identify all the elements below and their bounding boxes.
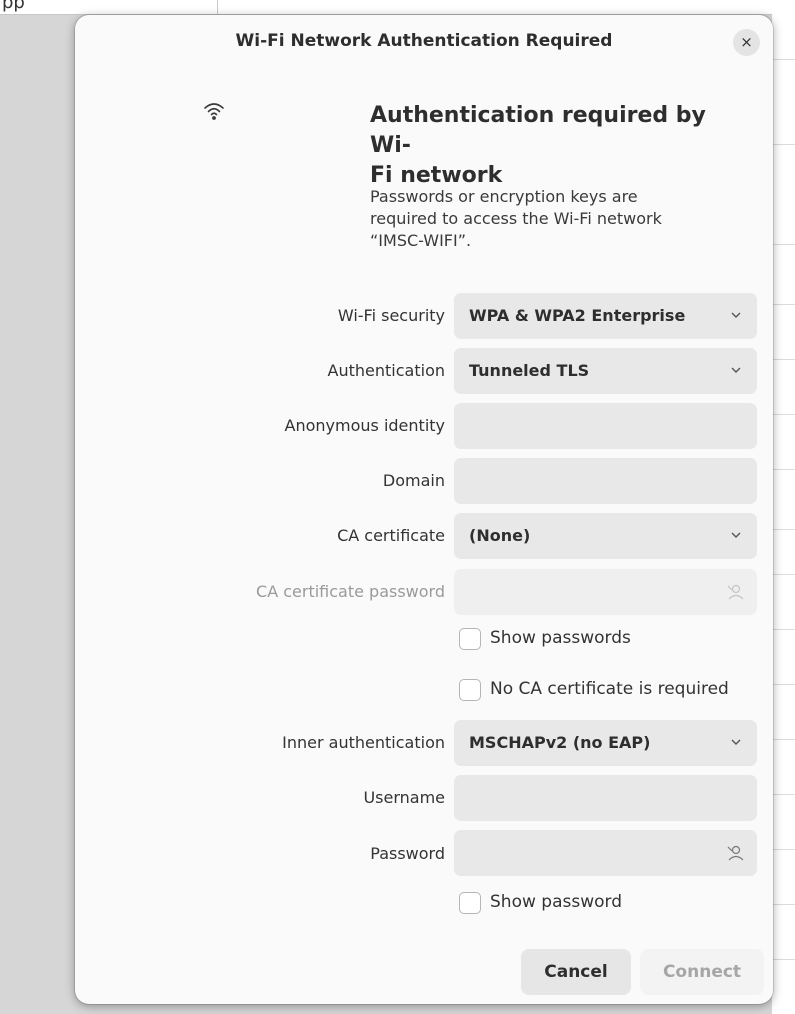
close-icon: × [740, 33, 753, 51]
show-passwords-label[interactable]: Show passwords [490, 628, 631, 648]
background-partial-text: pp [2, 0, 25, 13]
inner-authentication-dropdown[interactable]: MSCHAPv2 (no EAP) [454, 720, 757, 766]
anonymous-identity-label: Anonymous identity [284, 416, 445, 435]
no-ca-required-label[interactable]: No CA certificate is required [490, 679, 729, 699]
show-passwords-checkbox[interactable] [459, 628, 481, 650]
wifi-security-label: Wi-Fi security [337, 306, 445, 325]
dialog-heading: Authentication required by Wi- Fi networ… [370, 103, 706, 188]
inner-authentication-value: MSCHAPv2 (no EAP) [469, 733, 651, 752]
cancel-button[interactable]: Cancel [521, 949, 631, 995]
background-toolbar: pp [0, 0, 795, 15]
ca-certificate-value: (None) [469, 526, 531, 545]
inner-authentication-label: Inner authentication [282, 733, 445, 752]
show-password-label[interactable]: Show password [490, 892, 622, 912]
authentication-dropdown[interactable]: Tunneled TLS [454, 348, 757, 394]
background-divider [217, 0, 218, 14]
domain-label: Domain [382, 471, 445, 490]
ca-certificate-dropdown[interactable]: (None) [454, 513, 757, 559]
authentication-value: Tunneled TLS [469, 361, 590, 380]
no-ca-required-checkbox[interactable] [459, 679, 481, 701]
authentication-label: Authentication [327, 361, 445, 380]
password-label: Password [370, 844, 445, 863]
background-list [772, 14, 795, 1014]
close-button[interactable]: × [733, 29, 760, 56]
chevron-down-icon [731, 532, 741, 538]
password-input[interactable] [454, 830, 757, 876]
username-input[interactable] [454, 775, 757, 821]
chevron-down-icon [731, 312, 741, 318]
ca-certificate-password-input [454, 569, 757, 615]
dialog-titlebar: Wi-Fi Network Authentication Required × [75, 15, 773, 69]
password-peek-icon [727, 584, 744, 600]
chevron-down-icon [731, 739, 741, 745]
wifi-security-value: WPA & WPA2 Enterprise [469, 306, 686, 325]
dialog-description: Passwords or encryption keys are require… [370, 187, 662, 250]
wifi-icon [204, 103, 224, 120]
show-password-checkbox[interactable] [459, 892, 481, 914]
anonymous-identity-input[interactable] [454, 403, 757, 449]
wifi-auth-dialog: Wi-Fi Network Authentication Required × … [75, 15, 773, 1004]
chevron-down-icon [731, 367, 741, 373]
connect-button[interactable]: Connect [640, 949, 764, 995]
domain-input[interactable] [454, 458, 757, 504]
password-peek-icon[interactable] [725, 843, 745, 863]
ca-certificate-label: CA certificate [337, 526, 445, 545]
wifi-security-dropdown[interactable]: WPA & WPA2 Enterprise [454, 293, 757, 339]
dialog-title: Wi-Fi Network Authentication Required [235, 31, 613, 51]
ca-certificate-password-label: CA certificate password [256, 582, 445, 601]
username-label: Username [363, 788, 445, 807]
